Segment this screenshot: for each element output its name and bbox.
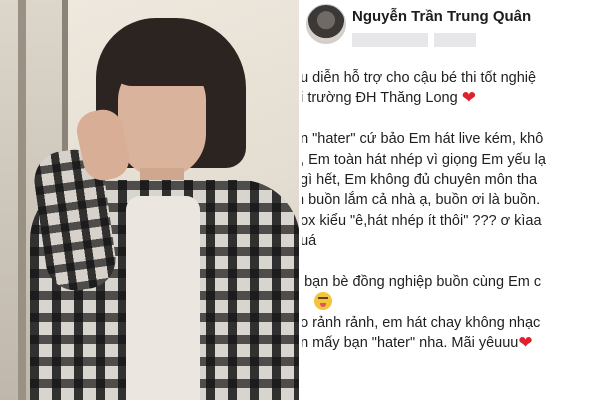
post-line: ồn mấy bạn "hater" nha. Mãi yêuuu❤ bbox=[302, 333, 533, 353]
heart-icon: ❤ bbox=[518, 333, 533, 353]
post-line bbox=[302, 109, 600, 129]
heart-icon: ❤ bbox=[461, 88, 476, 108]
author-name[interactable]: Nguyễn Trần Trung Quân bbox=[352, 8, 531, 25]
white-tee bbox=[126, 196, 200, 400]
post-line: ểu diễn hỗ trợ cho cậu bé thi tốt nghiệ bbox=[302, 70, 537, 86]
post-panel: Nguyễn Trần Trung Quân ểu diễn hỗ trợ ch… bbox=[302, 0, 600, 400]
tongue-wink-emoji-icon bbox=[314, 292, 332, 311]
post-line: m buồn lắm cả nhà ạ, buồn ơi là buồn. bbox=[302, 192, 541, 209]
post-line: quá bbox=[302, 233, 317, 250]
post-line: n bạn bè đồng nghiệp buồn cùng Em c bbox=[302, 273, 542, 290]
post-line: box kiểu "ê,hát nhép ít thôi" ??? ơ kìaa bbox=[302, 212, 542, 229]
post-line: an "hater" cứ bảo Em hát live kém, khô bbox=[302, 131, 544, 148]
portrait-photo bbox=[0, 0, 299, 400]
blurred-timestamp bbox=[352, 33, 476, 47]
post-line: e, Em toàn hát nhép vì giọng Em yếu lạ bbox=[302, 151, 546, 168]
post-line: t gì hết, Em không đủ chuyên môn tha bbox=[302, 171, 538, 188]
post-line bbox=[302, 252, 600, 272]
avatar[interactable] bbox=[306, 4, 346, 44]
post-text: ểu diễn hỗ trợ cho cậu bé thi tốt nghiệ … bbox=[302, 68, 600, 353]
post-line: ại trường ĐH Thăng Long ❤ bbox=[302, 88, 476, 108]
post-line bbox=[302, 292, 600, 312]
post-line: ào rảnh rảnh, em hát chay không nhạc bbox=[302, 314, 541, 331]
